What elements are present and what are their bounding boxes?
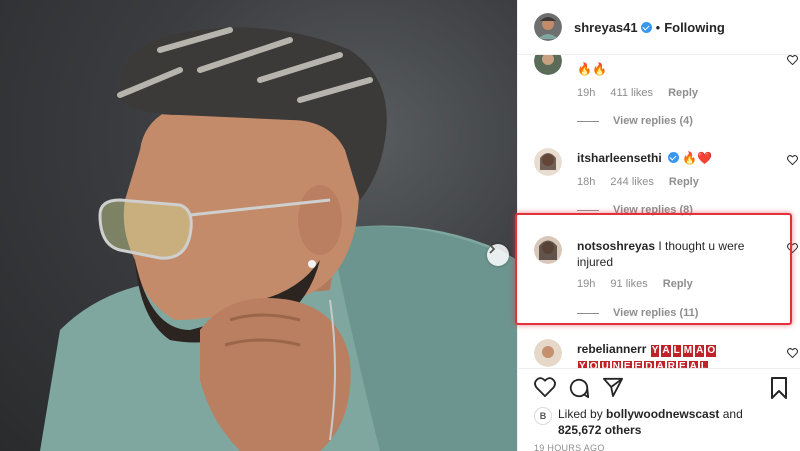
portrait-image	[40, 27, 517, 451]
bookmark-icon[interactable]	[770, 377, 788, 399]
comment-username[interactable]: itsharleensethi	[577, 151, 662, 165]
avatar[interactable]	[534, 148, 562, 176]
chevron-right-icon	[489, 244, 496, 254]
post-actions: B Liked by bollywoodnewscast and 825,672…	[518, 368, 800, 451]
like-comment-icon[interactable]	[787, 155, 798, 165]
boxed-letter: M	[682, 345, 694, 357]
following-button[interactable]: Following	[664, 20, 725, 35]
view-replies-button[interactable]: View replies (4)	[577, 115, 693, 127]
boxed-letter: N	[611, 361, 621, 368]
verified-icon	[668, 152, 680, 163]
boxed-letter: A	[655, 361, 665, 368]
likes-summary: B Liked by bollywoodnewscast and 825,672…	[534, 406, 743, 438]
boxed-letter: E	[633, 361, 643, 368]
boxed-letter: E	[677, 361, 687, 368]
boxed-letter: R	[666, 361, 676, 368]
post-timestamp[interactable]: 19 HOURS AGO	[534, 443, 605, 451]
post-username[interactable]: shreyas41	[574, 20, 638, 35]
comment-username[interactable]: rebeliannerr	[577, 342, 646, 356]
liker-username[interactable]: bollywoodnewscast	[606, 407, 719, 421]
boxed-letter: D	[644, 361, 654, 368]
comment-time: 18h	[577, 176, 596, 188]
share-icon[interactable]	[602, 377, 624, 397]
boxed-letter: E	[622, 361, 632, 368]
post-photo[interactable]	[0, 0, 517, 451]
comment-time: 19h	[577, 87, 596, 99]
post-header: shreyas41 • Following	[518, 0, 800, 55]
comment-meta: 18h 244 likes Reply	[577, 176, 711, 188]
comment-text: 🔥🔥	[577, 62, 607, 76]
comment-likes[interactable]: 244 likes	[610, 176, 653, 188]
like-comment-icon[interactable]	[787, 348, 798, 358]
action-icons	[534, 377, 789, 401]
likes-count-link[interactable]: 825,672 others	[558, 423, 641, 437]
avatar[interactable]	[534, 13, 562, 41]
liker-avatar[interactable]: B	[534, 407, 552, 425]
view-replies-label: View replies (4)	[613, 115, 693, 127]
comment-boxed-text-line2: YOUNEEDAREAL	[577, 358, 709, 368]
comment-likes[interactable]: 411 likes	[610, 87, 653, 99]
separator-dot: •	[655, 19, 661, 35]
reply-button[interactable]: Reply	[668, 87, 698, 99]
heart-icon[interactable]	[534, 377, 556, 397]
comment-text: itsharleensethi 🔥❤️	[577, 151, 713, 165]
next-photo-button[interactable]	[487, 244, 509, 266]
boxed-letter: L	[699, 361, 708, 368]
like-comment-icon[interactable]	[787, 55, 798, 65]
boxed-letter: Y	[578, 361, 587, 368]
boxed-letter: L	[672, 345, 681, 357]
comment-boxed-text: YALMAO	[650, 342, 717, 357]
boxed-letter: O	[588, 361, 599, 368]
boxed-letter: A	[661, 345, 671, 357]
boxed-letter: Y	[650, 345, 660, 357]
highlight-box	[515, 213, 792, 325]
verified-icon	[640, 21, 652, 33]
boxed-letter: A	[695, 345, 705, 357]
avatar[interactable]	[534, 339, 562, 367]
comment-text: rebeliannerr YALMAO YOUNEEDAREAL	[577, 341, 777, 368]
boxed-letter: A	[688, 361, 698, 368]
avatar[interactable]	[534, 55, 562, 75]
comment-meta: 19h 411 likes Reply	[577, 87, 710, 99]
boxed-letter: O	[706, 345, 717, 357]
boxed-letter: U	[600, 361, 610, 368]
reply-button[interactable]: Reply	[669, 176, 699, 188]
comment-icon[interactable]	[568, 377, 590, 399]
